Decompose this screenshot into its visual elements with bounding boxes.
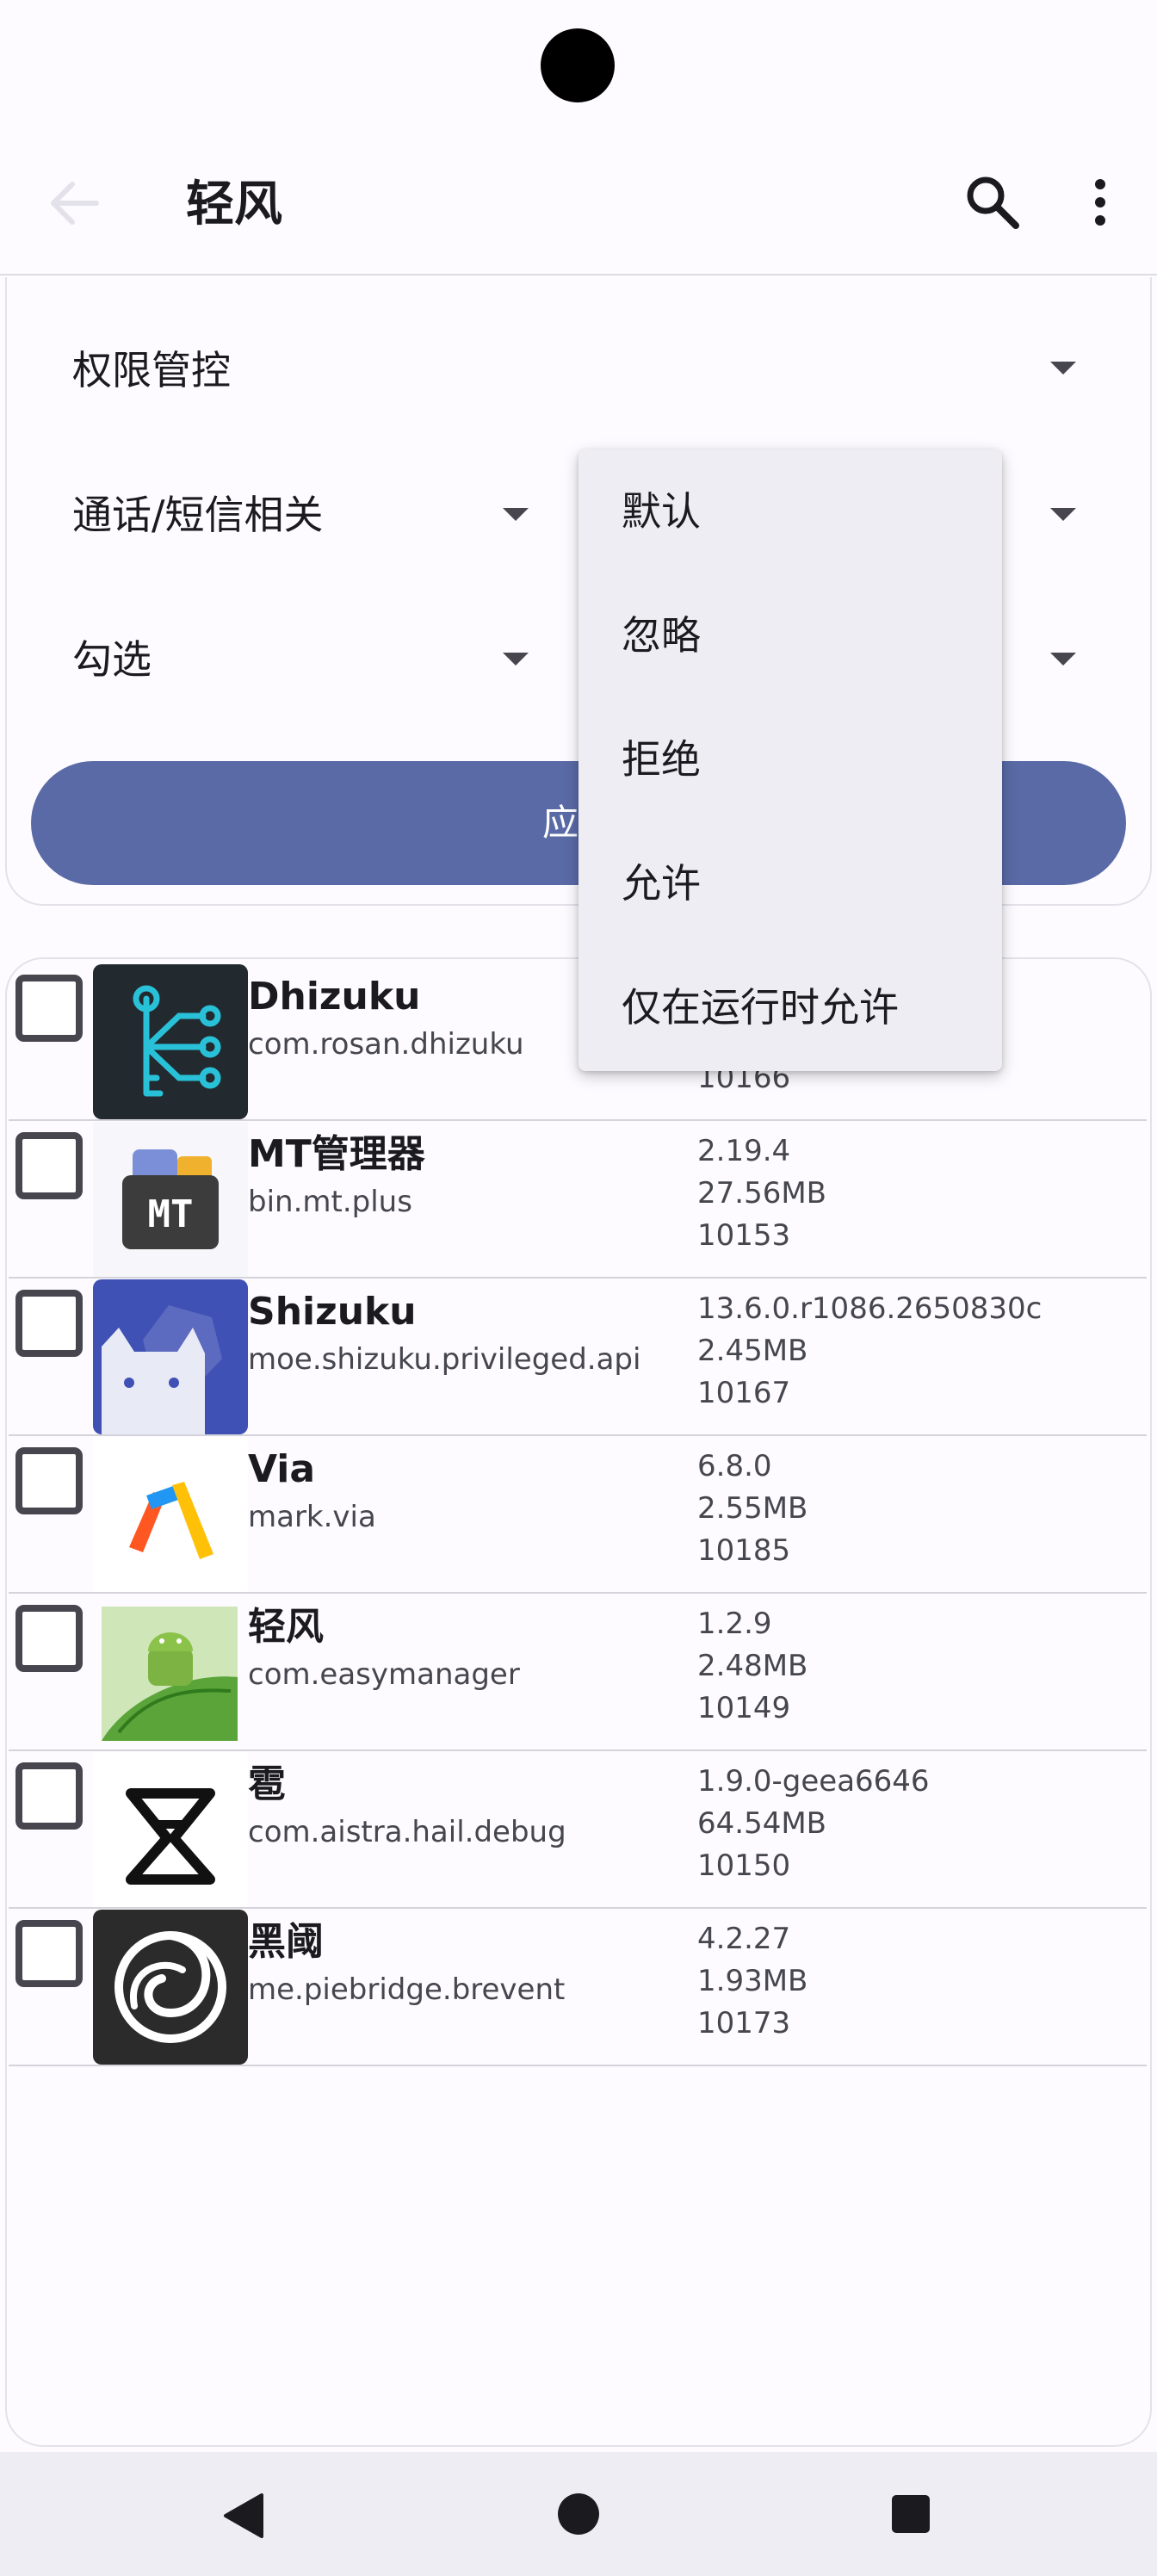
divider (9, 1592, 1147, 1594)
category-dropdown[interactable]: 通话/短信相关 (72, 489, 324, 541)
hail-icon (93, 1752, 248, 1907)
app-version: 2.19.4 (697, 1134, 791, 1168)
app-uid: 10173 (697, 2006, 791, 2040)
app-version: 1.2.9 (697, 1607, 772, 1641)
menu-item-default[interactable]: 默认 (622, 486, 701, 537)
camera-cutout (541, 28, 615, 102)
app-version: 1.9.0-geea6646 (697, 1764, 930, 1799)
app-name: Dhizuku (248, 975, 421, 1019)
app-meta: 1.9.0-geea6646 64.54MB 10150 (697, 1761, 930, 1887)
app-uid: 10149 (697, 1691, 791, 1725)
more-vert-icon[interactable] (1076, 172, 1124, 232)
app-package: mark.via (248, 1500, 376, 1534)
app-version: 13.6.0.r1086.2650830c (697, 1291, 1043, 1326)
chevron-down-icon[interactable] (1050, 508, 1076, 521)
app-size: 1.93MB (697, 1964, 808, 1998)
app-size: 27.56MB (697, 1176, 826, 1211)
app-meta: 13.6.0.r1086.2650830c 2.45MB 10167 (697, 1288, 1042, 1415)
chevron-down-icon[interactable] (503, 508, 529, 521)
select-checkbox[interactable] (15, 1447, 83, 1514)
app-package: com.easymanager (248, 1657, 520, 1692)
menu-item-deny[interactable]: 拒绝 (622, 734, 701, 785)
menu-item-ignore[interactable]: 忽略 (622, 610, 701, 661)
app-name: 黑阈 (248, 1920, 324, 1964)
app-size: 2.55MB (697, 1491, 808, 1526)
navigation-bar (0, 2452, 1157, 2576)
shizuku-icon (93, 1279, 248, 1434)
list-item[interactable]: 轻风 com.easymanager 1.2.9 2.48MB 10149 (9, 1595, 1147, 1751)
app-size: 64.54MB (697, 1806, 826, 1841)
select-checkbox[interactable] (15, 1762, 83, 1830)
brevent-icon (93, 1910, 248, 2065)
easymanager-icon (93, 1595, 248, 1749)
dropdown-menu: 默认 忽略 拒绝 允许 仅在运行时允许 (578, 449, 1002, 1071)
app-size: 2.45MB (697, 1334, 808, 1368)
app-package: com.aistra.hail.debug (248, 1815, 566, 1849)
app-name: 轻风 (248, 1605, 324, 1649)
chevron-down-icon[interactable] (1050, 653, 1076, 666)
app-version: 4.2.27 (697, 1922, 791, 1956)
select-checkbox[interactable] (15, 1290, 83, 1357)
app-package: com.rosan.dhizuku (248, 1027, 524, 1062)
divider (9, 2065, 1147, 2066)
menu-item-allow-while-running[interactable]: 仅在运行时允许 (622, 981, 899, 1033)
divider (9, 1434, 1147, 1436)
app-uid: 10185 (697, 1533, 791, 1568)
list-item[interactable]: Via mark.via 6.8.0 2.55MB 10185 (9, 1437, 1147, 1594)
app-meta: 4.2.27 1.93MB 10173 (697, 1918, 807, 2045)
select-checkbox[interactable] (15, 1132, 83, 1199)
nav-recents-icon[interactable] (890, 2493, 931, 2538)
dhizuku-icon (93, 964, 248, 1119)
select-checkbox[interactable] (15, 1920, 83, 1987)
app-package: me.piebridge.brevent (248, 1972, 566, 2007)
svg-text:MT: MT (148, 1192, 194, 1236)
search-icon[interactable] (962, 172, 1023, 232)
list-item[interactable]: 黑阈 me.piebridge.brevent 4.2.27 1.93MB 10… (9, 1910, 1147, 2066)
divider (9, 1907, 1147, 1909)
app-meta: 6.8.0 2.55MB 10185 (697, 1446, 807, 1572)
app-version: 6.8.0 (697, 1449, 772, 1483)
app-uid: 10153 (697, 1218, 791, 1253)
app-meta: 2.19.4 27.56MB 10153 (697, 1130, 826, 1257)
menu-item-allow[interactable]: 允许 (622, 858, 701, 909)
chevron-down-icon[interactable] (1050, 362, 1076, 375)
chevron-down-icon[interactable] (503, 653, 529, 666)
via-icon (93, 1437, 248, 1592)
divider (9, 1119, 1147, 1121)
app-name: Via (248, 1447, 316, 1491)
app-name: MT管理器 (248, 1132, 425, 1176)
select-checkbox[interactable] (15, 1605, 83, 1672)
app-uid: 10150 (697, 1848, 791, 1883)
list-item[interactable]: Shizuku moe.shizuku.privileged.api 13.6.… (9, 1279, 1147, 1436)
app-meta: 1.2.9 2.48MB 10149 (697, 1603, 807, 1730)
nav-home-icon[interactable] (556, 2492, 601, 2540)
select-checkbox[interactable] (15, 975, 83, 1042)
divider (9, 1277, 1147, 1279)
permission-control-dropdown[interactable]: 权限管控 (72, 344, 231, 396)
list-item[interactable]: 雹 com.aistra.hail.debug 1.9.0-geea6646 6… (9, 1752, 1147, 1909)
nav-back-icon[interactable] (217, 2490, 269, 2545)
divider (9, 1749, 1147, 1751)
appbar-divider (0, 274, 1157, 276)
app-name: Shizuku (248, 1290, 417, 1334)
list-item[interactable]: MT MT管理器 bin.mt.plus 2.19.4 27.56MB 1015… (9, 1122, 1147, 1279)
app-size: 2.48MB (697, 1649, 808, 1683)
app-package: bin.mt.plus (248, 1185, 412, 1219)
selection-dropdown[interactable]: 勾选 (72, 634, 152, 685)
app-package: moe.shizuku.privileged.api (248, 1342, 641, 1377)
app-name: 雹 (248, 1762, 286, 1806)
app-uid: 10167 (697, 1376, 791, 1410)
arrow-back-icon[interactable] (48, 181, 100, 226)
mt-manager-icon: MT (93, 1122, 248, 1277)
page-title: 轻风 (186, 176, 282, 232)
